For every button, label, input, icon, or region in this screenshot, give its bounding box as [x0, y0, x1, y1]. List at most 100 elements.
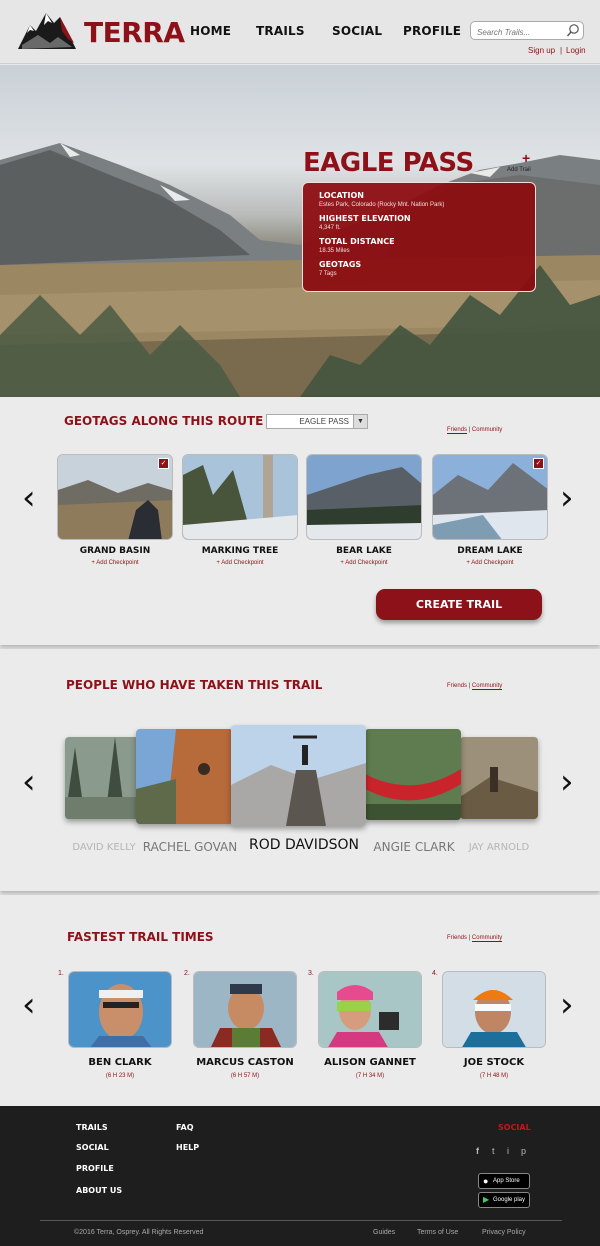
geotag-photo [183, 455, 297, 539]
twitter-icon[interactable]: t [492, 1146, 495, 1156]
prev-arrow-icon[interactable]: ‹ [22, 765, 36, 799]
person-photo-rachel-govan[interactable] [136, 729, 233, 824]
photo [69, 972, 171, 1047]
check-icon[interactable]: ✓ [158, 458, 169, 469]
next-arrow-icon[interactable]: › [560, 765, 574, 799]
geotag-photo [307, 455, 421, 539]
tab-separator: | [468, 935, 471, 941]
person-name-rod-davidson[interactable]: ROD DAVIDSON [244, 837, 364, 853]
terra-logo-icon[interactable] [16, 9, 80, 53]
footer-link-trails[interactable]: TRAILS [76, 1123, 108, 1132]
geotag-card-grand-basin[interactable]: ✓ [57, 454, 173, 540]
photo [194, 972, 296, 1047]
geotag-name: MARKING TREE [201, 546, 279, 556]
trail-title: EAGLE PASS [303, 148, 474, 178]
nav-profile[interactable]: PROFILE [403, 24, 461, 38]
person-name-jay-arnold[interactable]: JAY ARNOLD [460, 842, 538, 853]
brand-name[interactable]: TERRA [84, 16, 185, 49]
people-title: PEOPLE WHO HAVE TAKEN THIS TRAIL [66, 678, 323, 692]
geotag-photo [58, 455, 172, 539]
geotag-card-marking-tree[interactable] [182, 454, 298, 540]
add-trail-icon[interactable]: + [522, 150, 530, 166]
create-trail-button[interactable]: CREATE TRAIL [376, 589, 542, 620]
footer-link-social[interactable]: SOCIAL [76, 1143, 109, 1152]
nav-trails[interactable]: TRAILS [256, 24, 305, 38]
search-input[interactable] [471, 24, 563, 41]
nav-home[interactable]: HOME [190, 24, 231, 38]
footer-link-profile[interactable]: PROFILE [76, 1164, 114, 1173]
runner-photo-ben-clark[interactable] [68, 971, 172, 1048]
google-play-badge[interactable]: ▶ Google play [478, 1192, 530, 1208]
footer-link-about-us[interactable]: ABOUT US [76, 1186, 122, 1195]
search-icon[interactable] [566, 23, 580, 38]
info-label-location: LOCATION [319, 191, 364, 200]
person-name-angie-clark[interactable]: ANGIE CLARK [366, 840, 462, 854]
person-name-david-kelly[interactable]: DAVID KELLY [65, 842, 143, 853]
geotag-photo [433, 455, 547, 539]
add-checkpoint-link[interactable]: + Add Checkpoint [57, 560, 173, 566]
footer-link-terms[interactable]: Terms of Use [417, 1229, 458, 1236]
fastest-title: FASTEST TRAIL TIMES [67, 930, 214, 944]
footer-link-guides[interactable]: Guides [373, 1229, 395, 1236]
info-value-elevation: 4,347 ft. [319, 225, 341, 231]
photo [460, 737, 538, 819]
play-icon: ▶ [483, 1195, 490, 1204]
geotags-title: GEOTAGS ALONG THIS ROUTE [64, 414, 264, 428]
chevron-down-icon[interactable]: ▼ [353, 415, 367, 428]
tab-community[interactable]: Community [471, 935, 503, 942]
geotag-name: DREAM LAKE [457, 546, 523, 556]
add-checkpoint-link[interactable]: + Add Checkpoint [306, 560, 422, 566]
runner-photo-joe-stock[interactable] [442, 971, 546, 1048]
footer-link-privacy[interactable]: Privacy Policy [482, 1229, 526, 1236]
runner-photo-alison-gannet[interactable] [318, 971, 422, 1048]
person-photo-angie-clark[interactable] [365, 729, 461, 820]
next-arrow-icon[interactable]: › [560, 988, 574, 1022]
geotag-card-dream-lake[interactable]: ✓ [432, 454, 548, 540]
runner-time: (6 H 23 M) [105, 1073, 135, 1079]
check-icon[interactable]: ✓ [533, 458, 544, 469]
rank-number: 4. [432, 970, 438, 977]
route-select[interactable]: EAGLE PASS ▼ [266, 414, 368, 429]
geotag-name: GRAND BASIN [79, 546, 151, 556]
photo [443, 972, 545, 1047]
info-value-distance: 18.35 Miles [319, 248, 350, 254]
app-store-badge[interactable]: ● App Store [478, 1173, 530, 1189]
add-trail-link[interactable]: Add Trail [507, 167, 531, 173]
next-arrow-icon[interactable]: › [560, 481, 574, 515]
tab-community[interactable]: Community [471, 683, 503, 690]
footer-link-faq[interactable]: FAQ [176, 1123, 194, 1132]
auth-separator: | [560, 46, 563, 55]
geotag-card-bear-lake[interactable] [306, 454, 422, 540]
person-photo-rod-davidson[interactable] [231, 725, 366, 826]
prev-arrow-icon[interactable]: ‹ [22, 988, 36, 1022]
runner-photo-marcus-caston[interactable] [193, 971, 297, 1048]
tab-friends[interactable]: Friends [447, 427, 468, 434]
facebook-icon[interactable]: f [476, 1146, 479, 1156]
google-play-label: Google play [493, 1197, 526, 1203]
info-label-geotags: GEOTAGS [319, 260, 362, 269]
tab-community[interactable]: Community [472, 427, 502, 433]
person-photo-jay-arnold[interactable] [460, 737, 538, 819]
geotags-tabs: Friends | Community [447, 427, 502, 434]
photo [136, 729, 233, 824]
tab-friends[interactable]: Friends [447, 683, 467, 689]
info-label-distance: TOTAL DISTANCE [319, 237, 395, 246]
person-name-rachel-govan[interactable]: RACHEL GOVAN [136, 840, 244, 854]
login-link[interactable]: Login [566, 46, 586, 55]
signup-link[interactable]: Sign up [528, 46, 555, 55]
instagram-icon[interactable]: i [507, 1146, 509, 1156]
prev-arrow-icon[interactable]: ‹ [22, 481, 36, 515]
runner-time: (6 H 57 M) [230, 1073, 260, 1079]
person-photo-david-kelly[interactable] [65, 737, 139, 819]
runner-time: (7 H 34 M) [355, 1073, 385, 1079]
add-checkpoint-link[interactable]: + Add Checkpoint [432, 560, 548, 566]
social-heading: SOCIAL [498, 1123, 531, 1132]
runner-name: ALISON GANNET [324, 1057, 416, 1068]
tab-friends[interactable]: Friends [447, 935, 467, 941]
runner-name: MARCUS CASTON [196, 1057, 294, 1068]
add-checkpoint-link[interactable]: + Add Checkpoint [182, 560, 298, 566]
photo [65, 737, 139, 819]
footer-link-help[interactable]: HELP [176, 1143, 199, 1152]
pinterest-icon[interactable]: p [521, 1146, 526, 1156]
nav-social[interactable]: SOCIAL [332, 24, 382, 38]
